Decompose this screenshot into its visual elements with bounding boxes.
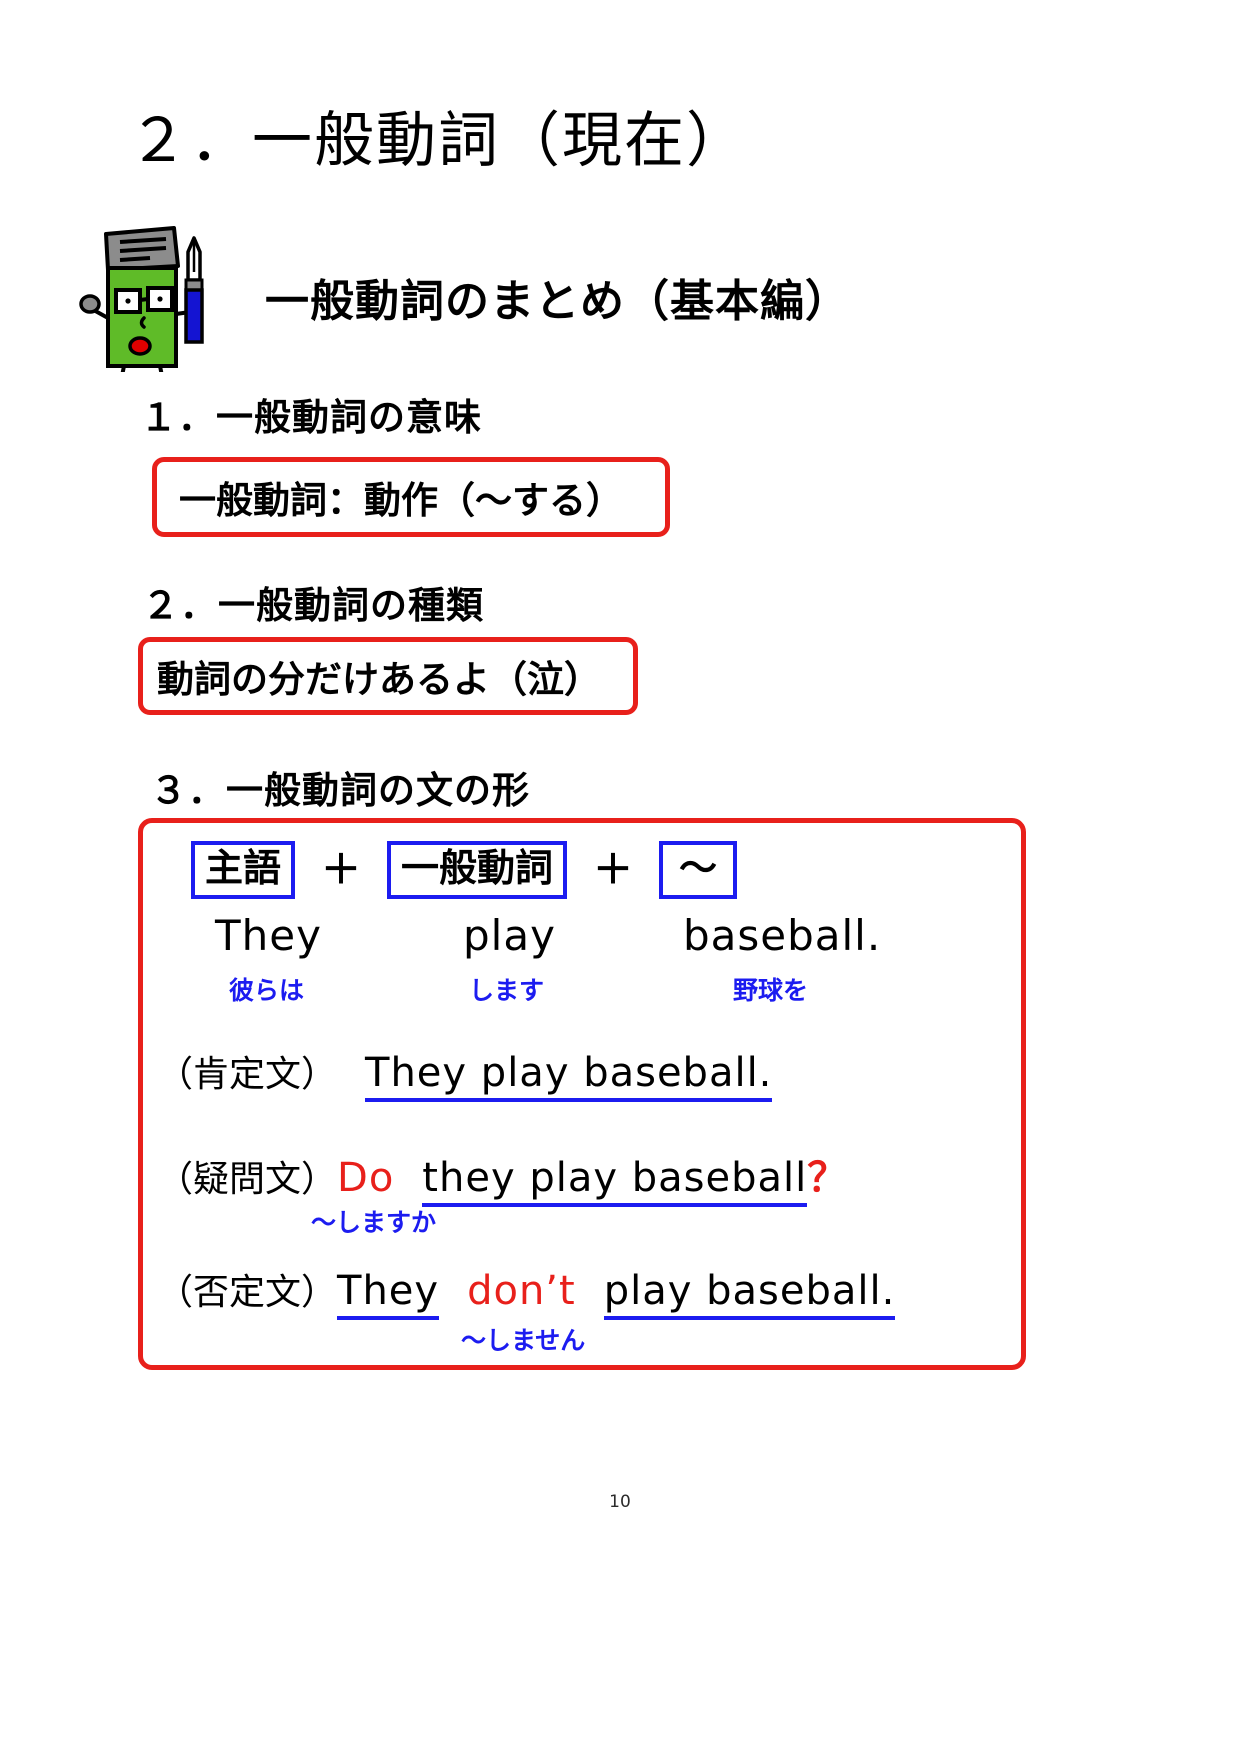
example-gloss-row: 彼らは します 野球を <box>173 971 1013 1007</box>
question-label: （疑問文） <box>157 1159 338 1200</box>
section-2-red-box: 動詞の分だけあるよ（泣） <box>138 637 638 715</box>
negative-label: （否定文） <box>157 1272 338 1313</box>
negative-sentence-row: （否定文） They don’t play baseball. <box>157 1263 896 1320</box>
section-1-red-box: 一般動詞：動作（〜する） <box>152 457 670 537</box>
affirmative-sentence-row: （肯定文） They play baseball. <box>157 1045 773 1102</box>
formula-plus-1: ＋ <box>321 847 362 893</box>
question-mark: ？ <box>807 1155 848 1201</box>
book-character-with-pen-icon <box>78 222 228 378</box>
negative-auxiliary: don’t <box>467 1268 576 1314</box>
section-1-heading: １．一般動詞の意味 <box>140 396 482 439</box>
question-sentence-row: （疑問文） Do they play baseball ？ <box>157 1145 847 1207</box>
negative-gloss: 〜しません <box>461 1326 586 1355</box>
gloss-object: 野球を <box>733 976 809 1005</box>
negative-subject: They <box>337 1268 440 1320</box>
question-auxiliary: Do <box>337 1155 395 1201</box>
gloss-verb: します <box>469 976 545 1005</box>
section-3-red-box: 主語 ＋ 一般動詞 ＋ 〜 They play baseball. 彼らは しま… <box>138 818 1026 1370</box>
sentence-formula: 主語 ＋ 一般動詞 ＋ 〜 <box>191 841 738 899</box>
formula-plus-2: ＋ <box>593 847 634 893</box>
affirmative-sentence: They play baseball. <box>365 1050 773 1102</box>
section-2-box-text: 動詞の分だけあるよ（泣） <box>157 658 601 701</box>
section-1-box-text: 一般動詞：動作（〜する） <box>179 479 623 522</box>
question-sentence: they play baseball <box>422 1155 808 1207</box>
example-word-object: baseball. <box>683 911 882 960</box>
question-gloss: 〜しますか <box>311 1208 437 1237</box>
worksheet-page: ２．一般動詞（現在） 一般動詞のまとめ（基本編） １．一般動詞の意味 一般動詞：… <box>0 0 1240 1753</box>
section-3-heading: ３．一般動詞の文の形 <box>150 769 530 812</box>
formula-part-verb: 一般動詞 <box>387 841 568 899</box>
affirmative-label: （肯定文） <box>157 1054 338 1095</box>
page-number: 10 <box>609 1492 631 1512</box>
example-english-row: They play baseball. <box>173 911 1013 963</box>
page-title: ２．一般動詞（現在） <box>128 106 748 176</box>
example-word-verb: play <box>463 911 556 960</box>
formula-part-subject: 主語 <box>191 841 296 899</box>
example-word-subject: They <box>215 911 322 960</box>
subtitle: 一般動詞のまとめ（基本編） <box>265 276 850 327</box>
gloss-subject: 彼らは <box>229 976 305 1005</box>
formula-part-object: 〜 <box>659 841 738 899</box>
section-2-heading: ２．一般動詞の種類 <box>142 584 484 627</box>
negative-rest: play baseball. <box>603 1268 896 1320</box>
